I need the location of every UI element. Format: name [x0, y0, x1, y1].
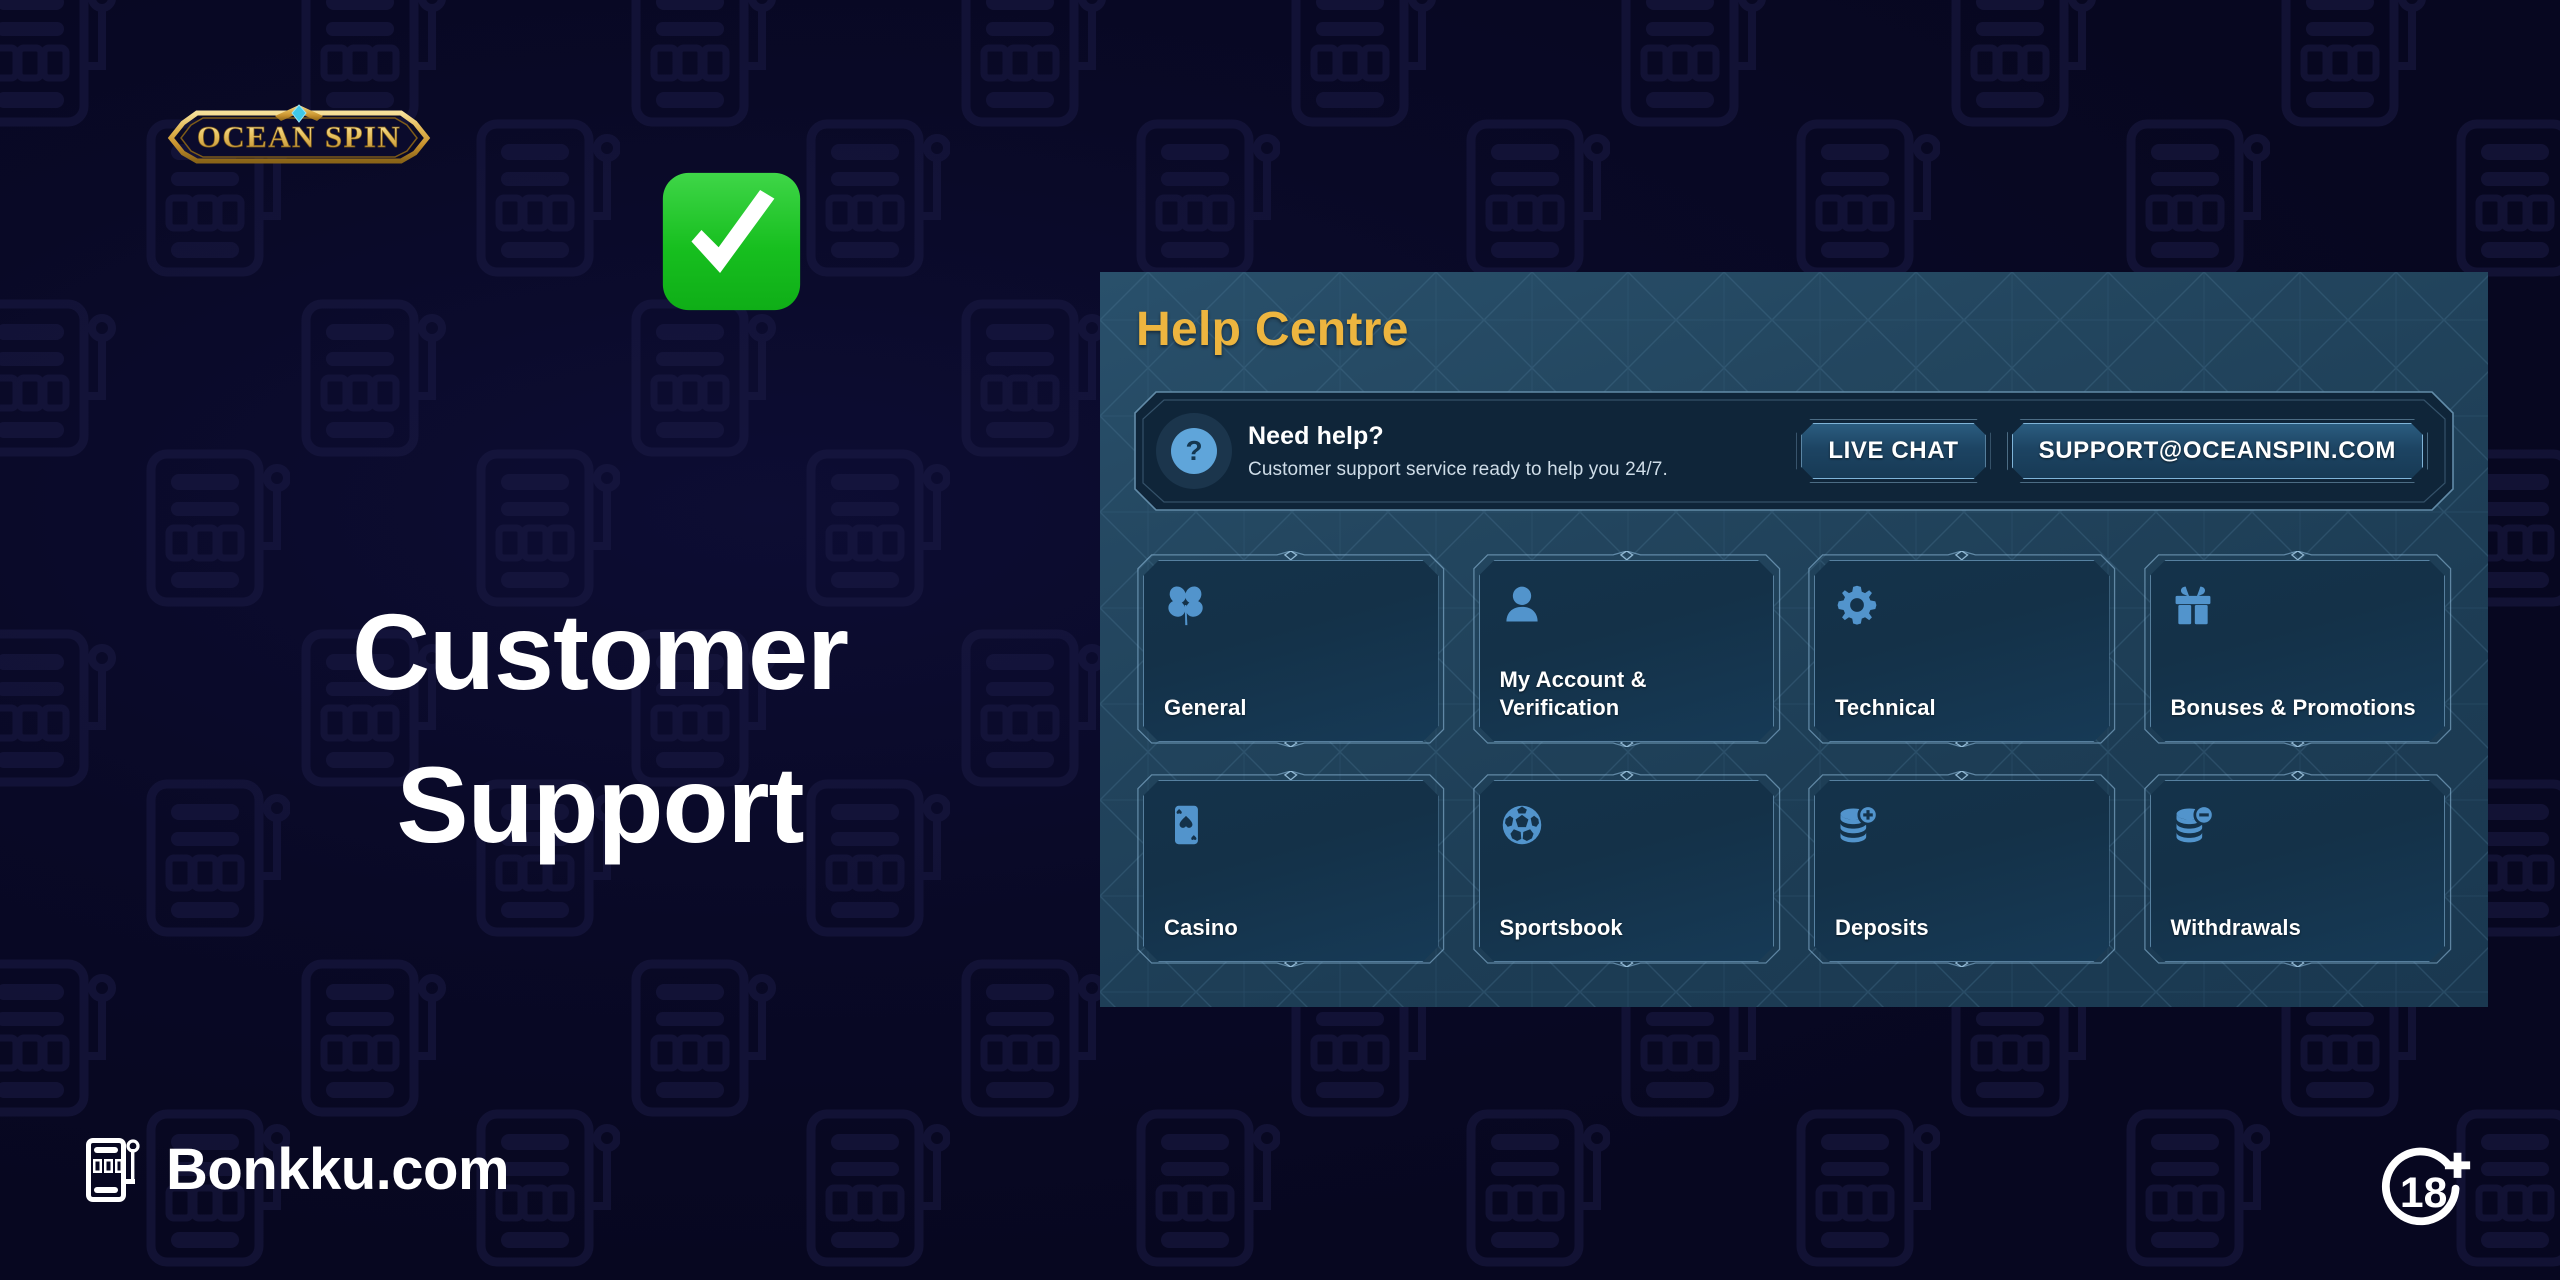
playing-card-icon: [1164, 803, 1208, 847]
clover-icon: [1164, 583, 1208, 627]
coins-plus-icon: [1835, 803, 1879, 847]
svg-text:OCEAN SPIN: OCEAN SPIN: [197, 119, 401, 154]
live-chat-button[interactable]: LIVE CHAT: [1801, 423, 1985, 479]
tile-sportsbook[interactable]: Sportsbook: [1470, 771, 1784, 971]
page-title: Customer Support: [60, 575, 1140, 882]
need-help-card: ? Need help? Customer support service re…: [1134, 391, 2454, 511]
live-chat-button-wrap: LIVE CHAT: [1796, 419, 1990, 483]
tile-body: Sportsbook: [1479, 780, 1775, 962]
tile-body: Deposits: [1814, 780, 2110, 962]
tile-casino[interactable]: Casino: [1134, 771, 1448, 971]
tile-body: Bonuses & Promotions: [2150, 560, 2446, 742]
tile-label: Withdrawals: [2170, 914, 2301, 940]
age-18-plus-badge: 18: [2381, 1147, 2471, 1226]
svg-text:18: 18: [2400, 1169, 2447, 1217]
help-actions: LIVE CHAT SUPPORT@OCEANSPIN.COM: [1796, 419, 2428, 483]
need-help-subtitle: Customer support service ready to help y…: [1248, 458, 1668, 480]
page-title-line-2: Support: [396, 744, 805, 866]
tile-my-account-verification[interactable]: My Account & Verification: [1470, 551, 1784, 751]
page-title-line-1: Customer: [351, 591, 849, 712]
tile-technical[interactable]: Technical: [1805, 551, 2119, 751]
green-check-icon: [662, 172, 801, 311]
tile-body: Withdrawals: [2150, 780, 2446, 962]
gear-icon: [1835, 583, 1879, 627]
user-icon: [1500, 583, 1544, 627]
support-email-button[interactable]: SUPPORT@OCEANSPIN.COM: [2012, 423, 2423, 479]
support-email-button-wrap: SUPPORT@OCEANSPIN.COM: [2007, 419, 2428, 483]
tile-body: My Account & Verification: [1479, 560, 1775, 742]
tile-body: General: [1143, 560, 1439, 742]
tile-body: Technical: [1814, 560, 2110, 742]
tile-label: General: [1164, 694, 1247, 720]
footer-brand: Bonkku.com: [82, 1135, 510, 1205]
panel-title: Help Centre: [1136, 303, 1409, 356]
tile-withdrawals[interactable]: Withdrawals: [2141, 771, 2455, 971]
tile-label: Casino: [1164, 914, 1238, 940]
tile-label: Bonuses & Promotions: [2170, 694, 2416, 720]
tile-body: Casino: [1143, 780, 1439, 962]
need-help-texts: Need help? Customer support service read…: [1248, 422, 1796, 481]
tile-label: Sportsbook: [1499, 914, 1623, 940]
tile-general[interactable]: General: [1134, 551, 1448, 751]
question-mark-icon: ?: [1156, 413, 1232, 489]
need-help-title: Need help?: [1248, 421, 1384, 450]
tile-label: Deposits: [1835, 914, 1929, 940]
slot-machine-icon: [86, 1138, 140, 1202]
help-category-grid: General My Account & Verification Techni…: [1134, 551, 2454, 971]
gift-icon: [2171, 583, 2215, 627]
soccer-ball-icon: [1500, 803, 1544, 847]
ocean-spin-logo: OCEAN SPIN: [167, 104, 431, 164]
footer-brand-text: Bonkku.com: [166, 1137, 510, 1202]
coins-minus-icon: [2171, 803, 2215, 847]
help-centre-panel: Help Centre ? Need help? Customer suppor…: [1100, 272, 2488, 1007]
tile-bonuses-promotions[interactable]: Bonuses & Promotions: [2141, 551, 2455, 751]
tile-label: Technical: [1835, 694, 1936, 720]
tile-label: My Account & Verification: [1499, 667, 1647, 720]
tile-deposits[interactable]: Deposits: [1805, 771, 2119, 971]
question-icon-glyph: ?: [1171, 428, 1217, 474]
